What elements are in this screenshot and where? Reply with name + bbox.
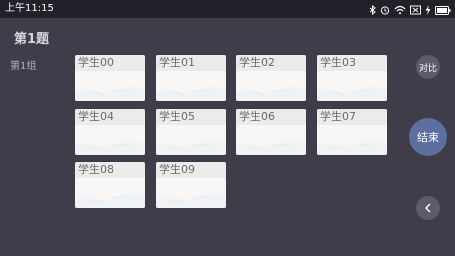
page-title: 第1题 — [14, 32, 50, 47]
thumbnail-placeholder-icon — [317, 86, 387, 101]
student-name: 学生09 — [159, 163, 195, 176]
student-name: 学生05 — [159, 110, 195, 123]
student-name: 学生00 — [78, 56, 114, 69]
student-card[interactable]: 学生04 — [75, 109, 145, 155]
student-name: 学生06 — [239, 110, 275, 123]
student-card[interactable]: 学生01 — [156, 55, 226, 101]
student-card[interactable]: 学生02 — [236, 55, 306, 101]
flash-icon — [425, 0, 431, 19]
student-name: 学生08 — [78, 163, 114, 176]
thumbnail-placeholder-icon — [75, 193, 145, 208]
student-card[interactable]: 学生06 — [236, 109, 306, 155]
thumbnail-placeholder-icon — [156, 140, 226, 155]
student-card[interactable]: 学生08 — [75, 162, 145, 208]
thumbnail-placeholder-icon — [317, 140, 387, 155]
battery-icon — [435, 0, 451, 19]
student-name: 学生07 — [320, 110, 356, 123]
end-button-label: 结束 — [417, 131, 439, 144]
compare-button-label: 对比 — [418, 63, 437, 74]
thumbnail-placeholder-icon — [156, 193, 226, 208]
student-card[interactable]: 学生00 — [75, 55, 145, 101]
thumbnail-placeholder-icon — [236, 140, 306, 155]
back-button[interactable] — [416, 196, 440, 220]
end-button[interactable]: 结束 — [409, 118, 447, 156]
alarm-icon — [380, 0, 390, 19]
thumbnail-placeholder-icon — [75, 86, 145, 101]
student-card[interactable]: 学生03 — [317, 55, 387, 101]
student-name: 学生04 — [78, 110, 114, 123]
student-card[interactable]: 学生09 — [156, 162, 226, 208]
thumbnail-placeholder-icon — [236, 86, 306, 101]
thumbnail-placeholder-icon — [156, 86, 226, 101]
bluetooth-icon — [369, 0, 376, 19]
signal-blocked-icon — [410, 0, 421, 19]
compare-button[interactable]: 对比 — [416, 55, 440, 79]
status-bar: 上午11:15 — [0, 0, 455, 18]
wifi-icon — [394, 0, 406, 19]
student-name: 学生01 — [159, 56, 195, 69]
student-card[interactable]: 学生05 — [156, 109, 226, 155]
chevron-left-icon — [425, 203, 431, 213]
status-time: 上午11:15 — [5, 3, 54, 14]
status-icons — [369, 3, 451, 15]
student-card[interactable]: 学生07 — [317, 109, 387, 155]
student-name: 学生02 — [239, 56, 275, 69]
thumbnail-placeholder-icon — [75, 140, 145, 155]
group-label: 第1组 — [10, 61, 37, 72]
student-name: 学生03 — [320, 56, 356, 69]
